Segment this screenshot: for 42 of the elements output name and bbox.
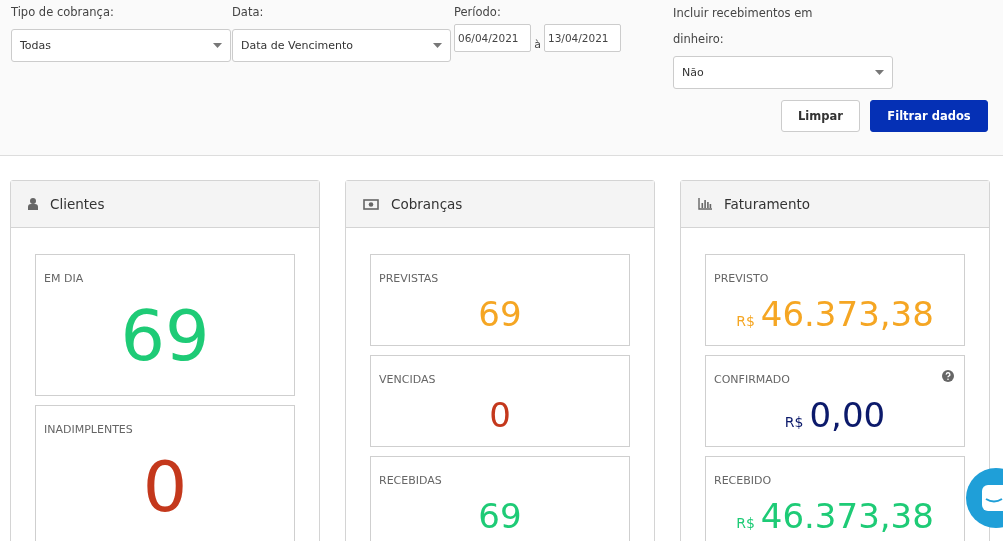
person-icon xyxy=(28,198,38,210)
stat-label: EM DIA xyxy=(44,272,84,285)
stat-value: 69 xyxy=(478,496,522,536)
stat-label: INADIMPLENTES xyxy=(44,423,133,436)
field-label: Tipo de cobrança: xyxy=(11,4,115,21)
bar-chart-icon xyxy=(698,198,712,210)
caret-icon xyxy=(433,43,442,48)
stat-value: 46.373,38 xyxy=(760,294,934,334)
stat-value: 0 xyxy=(489,395,511,435)
filter-button[interactable]: Filtrar dados xyxy=(870,100,988,132)
card-title: Clientes xyxy=(50,196,105,212)
currency-symbol: R$ xyxy=(784,414,804,430)
caret-icon xyxy=(213,43,222,48)
card-title: Faturamento xyxy=(724,196,811,212)
currency-symbol: R$ xyxy=(736,313,755,329)
date-field[interactable]: 06/04/2021 xyxy=(454,24,531,52)
banknote-icon xyxy=(363,198,379,210)
date-field[interactable]: 13/04/2021 xyxy=(544,24,621,52)
caret-icon xyxy=(875,70,884,75)
stat-value: 46.373,38 xyxy=(760,496,934,536)
field-label: Incluir recebimentos em dinheiro: xyxy=(673,5,814,48)
card-title: Cobranças xyxy=(391,196,463,212)
select-field[interactable]: Não xyxy=(673,56,893,89)
currency-symbol: R$ xyxy=(736,515,755,531)
stat-label: VENCIDAS xyxy=(379,373,436,386)
stat-label: PREVISTO xyxy=(714,272,769,285)
stat-value: 0,00 xyxy=(809,395,886,435)
stat-value: 69 xyxy=(120,294,210,378)
stat-label: PREVISTAS xyxy=(379,272,439,285)
chat-button[interactable] xyxy=(966,468,1003,528)
help-icon[interactable] xyxy=(942,370,954,382)
field-label: Período: xyxy=(454,4,502,21)
stat-value: 69 xyxy=(478,294,522,334)
clear-button[interactable]: Limpar xyxy=(781,100,860,132)
separator-text: à xyxy=(533,37,542,52)
stat-label: CONFIRMADO xyxy=(714,373,790,386)
select-field[interactable]: Todas xyxy=(11,29,231,62)
select-field[interactable]: Data de Vencimento xyxy=(232,29,451,62)
field-label: Data: xyxy=(232,4,265,21)
stat-label: RECEBIDAS xyxy=(379,474,442,487)
stat-value: 0 xyxy=(142,445,188,529)
stat-label: RECEBIDO xyxy=(714,474,772,487)
